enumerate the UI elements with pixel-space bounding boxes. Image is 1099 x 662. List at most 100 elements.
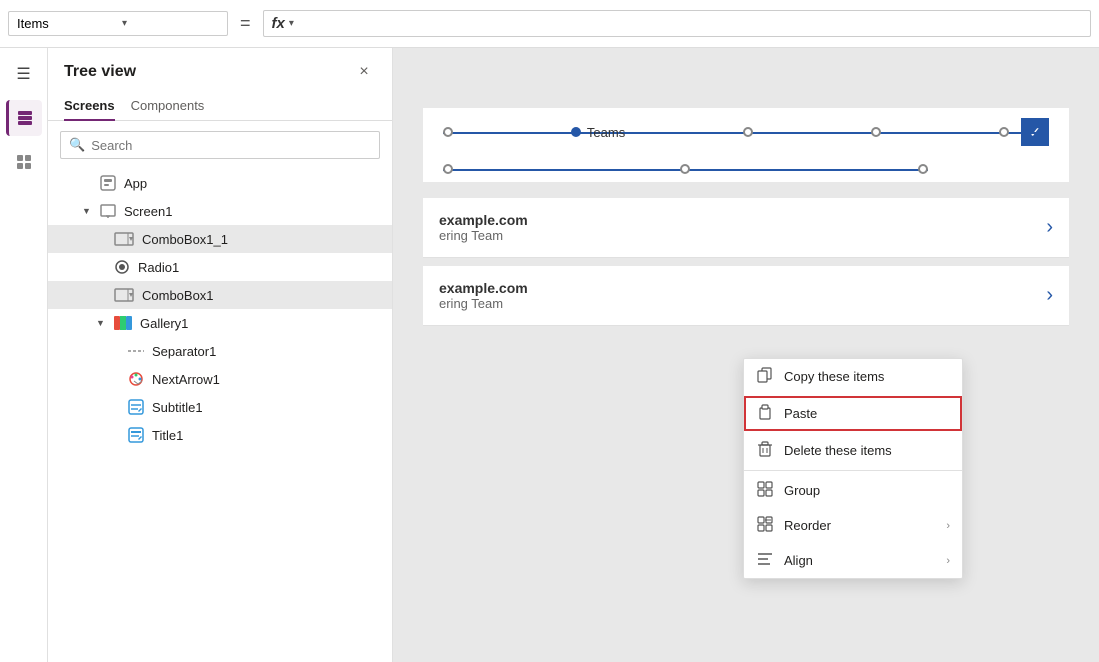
align-label: Align (784, 553, 936, 568)
delete-icon (756, 441, 774, 460)
reorder-label: Reorder (784, 518, 936, 533)
formula-bar[interactable]: fx ▾ (263, 10, 1091, 37)
list-item-1-text: example.com ering Team (439, 212, 528, 243)
equals-sign: = (240, 13, 251, 34)
item-label-screen1: Screen1 (124, 204, 172, 219)
tree-item-gallery1[interactable]: ▼ Gallery1 (48, 309, 392, 337)
context-menu-reorder[interactable]: Reorder › (744, 508, 962, 543)
item-label-combobox1-1: ComboBox1_1 (142, 232, 228, 247)
app-icon (100, 175, 116, 191)
layers-button[interactable] (6, 100, 42, 136)
tree-item-separator1[interactable]: Separator1 (48, 337, 392, 365)
item-label-radio1: Radio1 (138, 260, 179, 275)
list-item-1-domain: example.com (439, 212, 528, 228)
tree-title: Tree view (64, 63, 136, 81)
chevron-right-1: › (1046, 216, 1053, 239)
paste-icon (756, 404, 774, 423)
context-menu-group[interactable]: Group (744, 473, 962, 508)
search-icon: 🔍 (69, 137, 85, 153)
copy-label: Copy these items (784, 369, 950, 384)
context-menu: Copy these items Paste Delete these item… (743, 358, 963, 579)
tab-screens[interactable]: Screens (64, 92, 115, 121)
tabs: Screens Components (48, 92, 392, 121)
left-toolbar: ☰ (0, 48, 48, 662)
item-label-title1: Title1 (152, 428, 183, 443)
close-button[interactable]: × (352, 60, 376, 84)
tree-header: Tree view × (48, 48, 392, 92)
tree-item-combobox1-1[interactable]: ComboBox1_1 (48, 225, 392, 253)
title-icon (128, 427, 144, 443)
align-icon (756, 551, 774, 570)
radio-dots-container: Teams ✓ (443, 118, 1049, 146)
teams-option: Teams (571, 125, 625, 140)
dot2 (680, 164, 690, 174)
tab-components[interactable]: Components (131, 92, 205, 121)
list-item-2-text: example.com ering Team (439, 280, 528, 311)
dot1 (443, 164, 453, 174)
tree-item-radio1[interactable]: Radio1 (48, 253, 392, 281)
group-icon (756, 481, 774, 500)
radio-dots2 (443, 164, 928, 174)
copy-icon (756, 367, 774, 386)
combobox-icon (114, 232, 134, 246)
separator-icon (128, 344, 144, 358)
tree-item-title1[interactable]: Title1 (48, 421, 392, 449)
teams-label: Teams (587, 125, 625, 140)
combobox2-icon (114, 288, 134, 302)
list-item-2[interactable]: example.com ering Team › (423, 266, 1069, 326)
radio-icon (114, 259, 130, 275)
item-label-nextarrow1: NextArrow1 (152, 372, 220, 387)
radio-dot-3 (743, 127, 753, 137)
list-item-1[interactable]: example.com ering Team › (423, 198, 1069, 258)
item-label-app: App (124, 176, 147, 191)
items-dropdown[interactable]: Items ▾ (8, 11, 228, 36)
radio-bar: Teams ✓ (423, 108, 1069, 156)
tree-items: App ▼ Screen1 (48, 169, 392, 662)
dot3 (918, 164, 928, 174)
tree-item-combobox1[interactable]: ComboBox1 (48, 281, 392, 309)
screen-icon (100, 203, 116, 219)
tree-item-screen1[interactable]: ▼ Screen1 (48, 197, 392, 225)
context-menu-delete[interactable]: Delete these items (744, 433, 962, 468)
subtitle-icon (128, 399, 144, 415)
item-label-gallery1: Gallery1 (140, 316, 188, 331)
gallery-icon (114, 316, 132, 330)
search-input[interactable] (91, 138, 371, 153)
context-menu-paste[interactable]: Paste (744, 396, 962, 431)
item-label-subtitle1: Subtitle1 (152, 400, 203, 415)
chevron-right-2: › (1046, 284, 1053, 307)
align-submenu-arrow: › (946, 555, 950, 567)
radio-dot-4 (871, 127, 881, 137)
tree-item-nextarrow1[interactable]: NextArrow1 (48, 365, 392, 393)
hamburger-button[interactable]: ☰ (6, 56, 42, 92)
dropdown-chevron-icon: ▾ (122, 18, 219, 29)
radio-dot-1 (443, 127, 453, 137)
expand-icon: ▼ (82, 206, 96, 216)
fx-label: fx (272, 15, 285, 32)
search-bar[interactable]: 🔍 (60, 131, 380, 159)
item-label-separator1: Separator1 (152, 344, 216, 359)
context-menu-copy[interactable]: Copy these items (744, 359, 962, 394)
list-item-2-domain: example.com (439, 280, 528, 296)
item-label-combobox1: ComboBox1 (142, 288, 214, 303)
radio-dot-filled (571, 127, 581, 137)
menu-divider (744, 470, 962, 471)
list-item-1-sub: ering Team (439, 228, 528, 243)
list-item-2-sub: ering Team (439, 296, 528, 311)
nextarrow-icon (128, 371, 144, 387)
delete-label: Delete these items (784, 443, 950, 458)
tree-item-subtitle1[interactable]: Subtitle1 (48, 393, 392, 421)
reorder-submenu-arrow: › (946, 520, 950, 532)
tree-panel: Tree view × Screens Components 🔍 App (48, 48, 393, 662)
paste-label: Paste (784, 406, 950, 421)
components-button[interactable] (6, 144, 42, 180)
main-layout: ☰ Tree view × Screens Components (0, 48, 1099, 662)
radio-bar2 (423, 156, 1069, 182)
group-label: Group (784, 483, 950, 498)
tree-item-app[interactable]: App (48, 169, 392, 197)
canvas-area: Teams ✓ (393, 48, 1099, 662)
top-bar: Items ▾ = fx ▾ (0, 0, 1099, 48)
items-dropdown-label: Items (17, 16, 114, 31)
radio-dot-5 (999, 127, 1009, 137)
context-menu-align[interactable]: Align › (744, 543, 962, 578)
